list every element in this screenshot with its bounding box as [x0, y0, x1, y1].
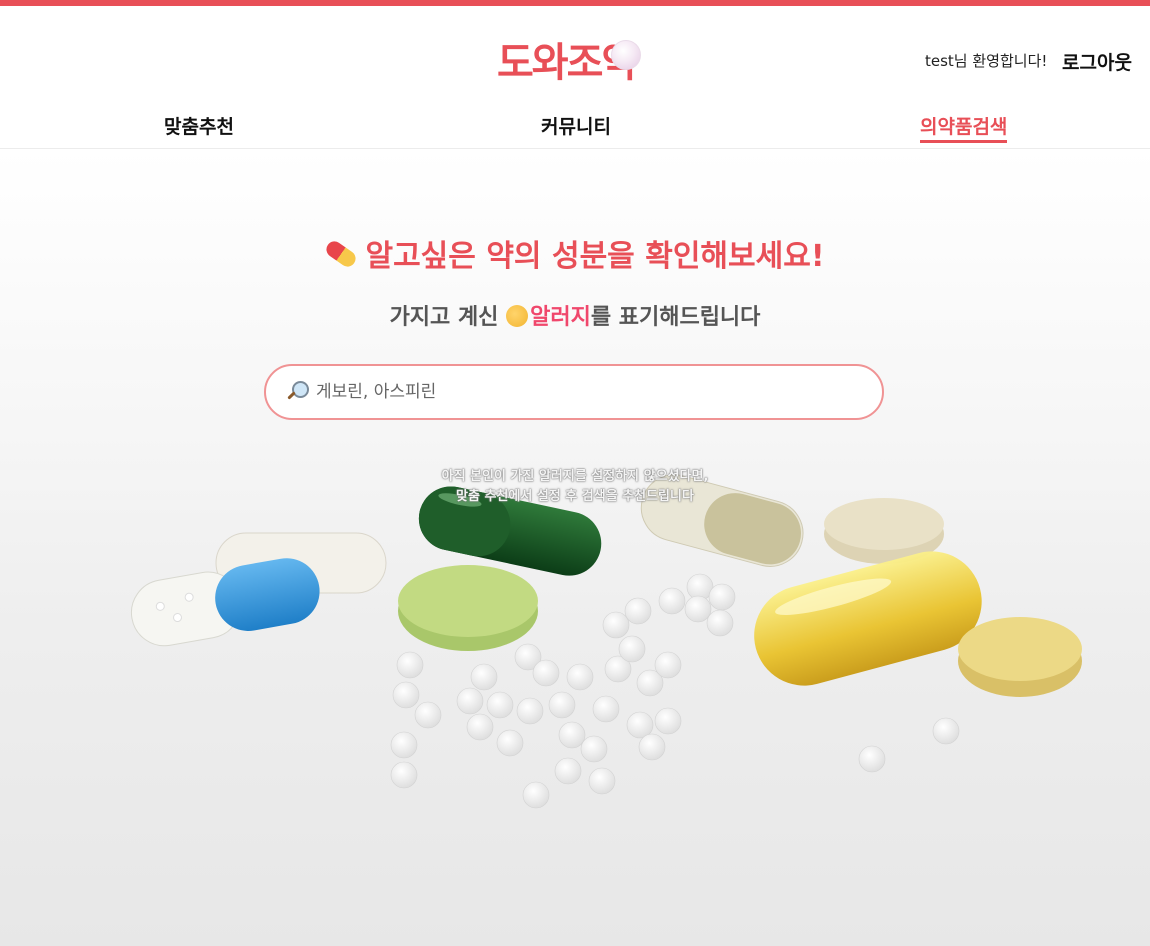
magnifier-icon [286, 381, 309, 403]
subline-suffix: 를 표기해드립니다 [590, 305, 761, 330]
logo-pill-icon [611, 40, 641, 70]
note-line-2: 맞춤 추천에서 설정 후 검색을 추천드립니다 [456, 489, 694, 504]
note-line-1: 아직 본인이 가진 알러지를 설정하지 않으셨다면, [441, 469, 709, 484]
search-box[interactable] [264, 364, 884, 420]
search-input[interactable] [314, 381, 838, 403]
pill-icon [323, 237, 360, 270]
main-nav: 맞춤추천 커뮤니티 의약품검색 [0, 110, 1150, 149]
subline-prefix: 가지고 계신 [389, 305, 507, 330]
logout-button[interactable]: 로그아웃 [1062, 48, 1132, 75]
subline: 가지고 계신 알러지를 표기해드립니다 [0, 299, 1150, 331]
headline-text: 알고싶은 약의 성분을 확인해보세요! [365, 239, 825, 274]
nav-item-community[interactable]: 커뮤니티 [541, 112, 611, 139]
welcome-message: test님 환영합니다! [925, 52, 1048, 70]
subline-highlight: 알러지 [530, 305, 591, 330]
logo[interactable]: 도와조약 [497, 38, 641, 88]
hero-section: 알고싶은 약의 성분을 확인해보세요! 가지고 계신 알러지를 표기해드립니다 … [0, 149, 1150, 946]
sneezing-face-icon [506, 305, 529, 327]
allergy-setup-note: 아직 본인이 가진 알러지를 설정하지 않으셨다면, 맞춤 추천에서 설정 후 … [0, 467, 1150, 507]
top-accent-bar [0, 0, 1150, 6]
nav-item-recommend[interactable]: 맞춤추천 [164, 112, 234, 139]
nav-item-drug-search[interactable]: 의약품검색 [920, 112, 1008, 143]
headline: 알고싶은 약의 성분을 확인해보세요! [0, 231, 1150, 275]
